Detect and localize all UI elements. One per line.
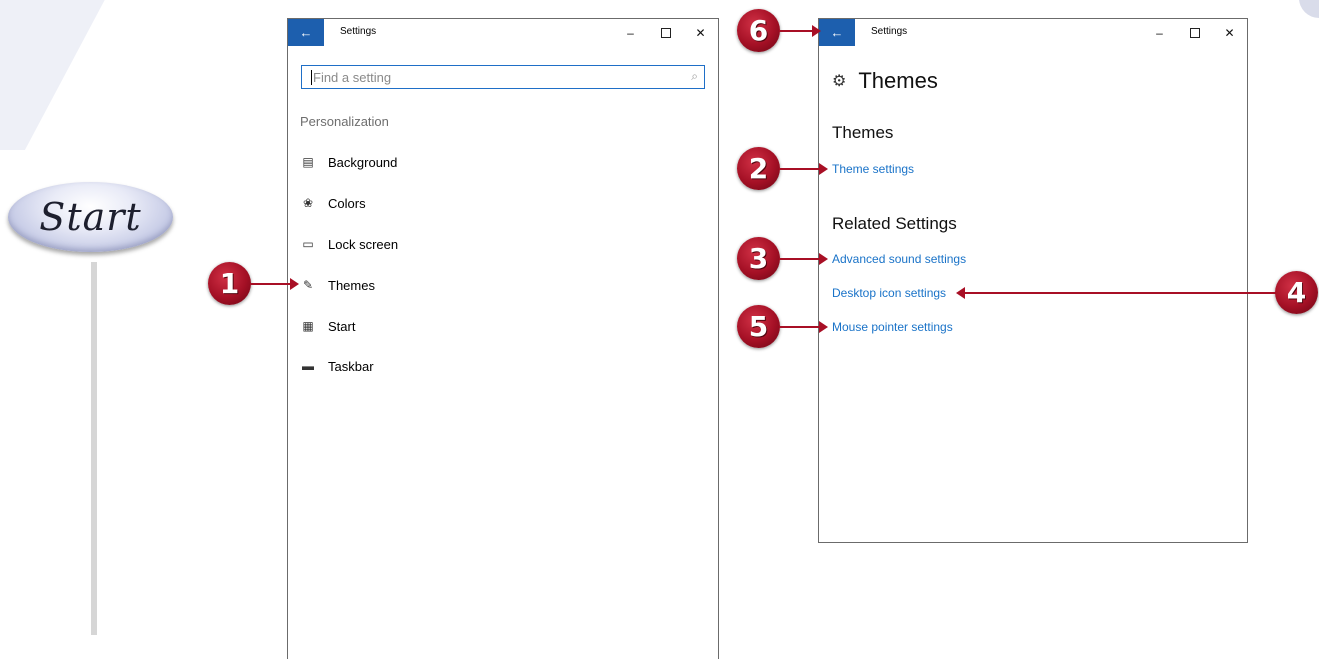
- mouse-pointer-settings-link[interactable]: Mouse pointer settings: [832, 320, 953, 334]
- nav-item-label: Taskbar: [328, 358, 374, 374]
- start-tiles-icon: ▦: [302, 319, 314, 333]
- callout-arrowhead-1: [290, 278, 299, 290]
- background-decoration-corner: [1299, 0, 1319, 18]
- section-label: Personalization: [300, 114, 389, 129]
- callout-badge-6: 6: [737, 9, 780, 52]
- gear-icon: ⚙: [832, 73, 847, 90]
- callout-arrow-4: [965, 292, 1276, 294]
- advanced-sound-settings-link[interactable]: Advanced sound settings: [832, 252, 966, 266]
- callout-arrow-3: [779, 258, 819, 260]
- callout-arrowhead-2: [819, 163, 828, 175]
- back-arrow-icon: ←: [830, 25, 844, 40]
- themes-heading: Themes: [832, 123, 894, 142]
- lock-screen-icon: ▭: [302, 237, 314, 251]
- title-bar: ← Settings – ✕: [288, 19, 718, 46]
- window-title: Settings: [340, 26, 377, 37]
- nav-item-background[interactable]: ▤ Background: [300, 152, 397, 172]
- nav-item-colors[interactable]: ❀ Colors: [300, 193, 366, 213]
- nav-item-themes[interactable]: ✎ Themes: [300, 275, 375, 295]
- back-button[interactable]: ←: [288, 19, 324, 46]
- picture-icon: ▤: [302, 155, 314, 169]
- desktop-icon-settings-link[interactable]: Desktop icon settings: [832, 286, 946, 300]
- back-arrow-icon: ←: [299, 25, 313, 40]
- callout-badge-4: 4: [1275, 271, 1318, 314]
- nav-item-label: Lock screen: [328, 236, 399, 252]
- themes-icon: ✎: [302, 278, 314, 292]
- callout-arrowhead-3: [819, 253, 828, 265]
- background-decoration: [0, 0, 111, 150]
- palette-icon: ❀: [302, 196, 314, 210]
- nav-item-label: Background: [328, 154, 398, 170]
- callout-arrowhead-5: [819, 321, 828, 333]
- callout-badge-2: 2: [737, 147, 780, 190]
- nav-item-taskbar[interactable]: ▬ Taskbar: [300, 356, 374, 376]
- callout-arrowhead-6: [812, 25, 821, 37]
- callout-arrow-2: [779, 168, 819, 170]
- maximize-icon: [1189, 27, 1200, 38]
- timeline-bar: [91, 262, 97, 635]
- start-badge: Start: [8, 182, 173, 252]
- title-bar: ← Settings – ✕: [819, 19, 1247, 46]
- nav-item-label: Themes: [328, 277, 375, 293]
- page-header: ⚙ Themes: [832, 68, 938, 94]
- callout-arrowhead-4: [956, 287, 965, 299]
- minimize-button[interactable]: –: [613, 19, 648, 46]
- text-cursor: [311, 70, 312, 85]
- close-icon: ✕: [1224, 25, 1235, 40]
- callout-arrow-1: [250, 283, 290, 285]
- related-settings-heading: Related Settings: [832, 214, 957, 233]
- close-button[interactable]: ✕: [1212, 19, 1247, 46]
- maximize-button[interactable]: [648, 19, 683, 46]
- back-button[interactable]: ←: [819, 19, 855, 46]
- settings-window-personalization: ← Settings – ✕ Find a setting ⌕ Personal…: [287, 18, 719, 659]
- callout-badge-1: 1: [208, 262, 251, 305]
- nav-item-label: Colors: [328, 195, 366, 211]
- callout-badge-3: 3: [737, 237, 780, 280]
- minimize-button[interactable]: –: [1142, 19, 1177, 46]
- theme-settings-link[interactable]: Theme settings: [832, 162, 914, 176]
- taskbar-icon: ▬: [302, 359, 314, 373]
- nav-item-start[interactable]: ▦ Start: [300, 316, 355, 336]
- search-placeholder: Find a setting: [313, 70, 392, 85]
- minimize-icon: –: [627, 25, 634, 40]
- search-icon: ⌕: [691, 69, 698, 83]
- close-button[interactable]: ✕: [683, 19, 718, 46]
- nav-item-label: Start: [328, 318, 356, 334]
- callout-badge-5: 5: [737, 305, 780, 348]
- nav-item-lock-screen[interactable]: ▭ Lock screen: [300, 234, 398, 254]
- maximize-button[interactable]: [1177, 19, 1212, 46]
- search-input[interactable]: Find a setting ⌕: [301, 65, 705, 89]
- callout-arrow-5: [779, 326, 819, 328]
- window-title: Settings: [871, 26, 908, 37]
- page-title: Themes: [858, 68, 938, 93]
- settings-window-themes: ← Settings – ✕ ⚙ Themes Themes Theme set…: [818, 18, 1248, 543]
- minimize-icon: –: [1156, 25, 1163, 40]
- start-badge-label: Start: [39, 195, 142, 239]
- close-icon: ✕: [695, 25, 706, 40]
- maximize-icon: [660, 27, 671, 38]
